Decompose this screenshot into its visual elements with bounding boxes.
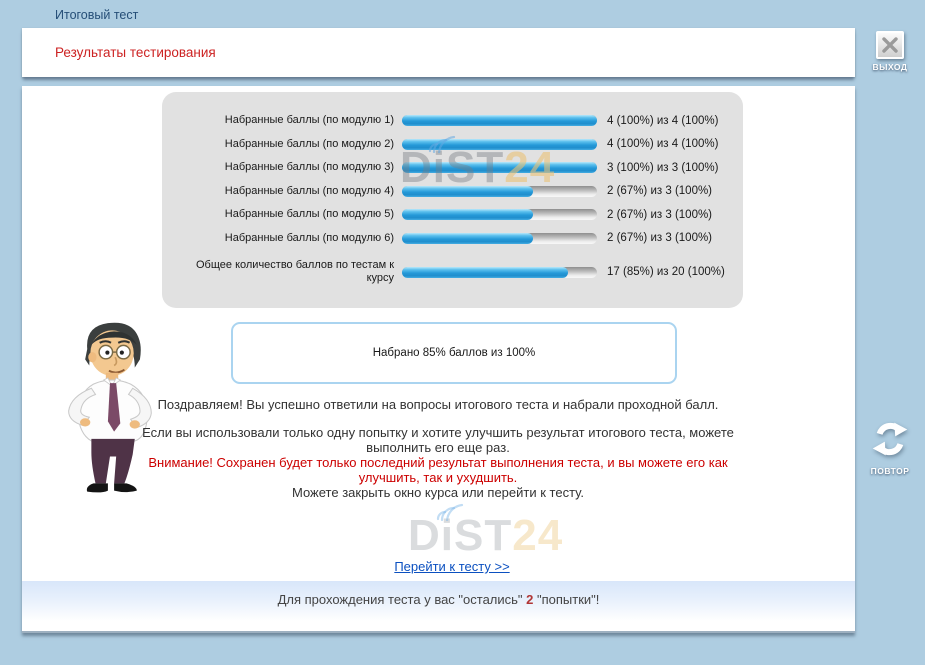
test-results-page: { "window": { "title": "Итоговый тест" }…: [0, 0, 925, 665]
progress-bar-fill: [402, 233, 533, 244]
progress-bar-track: [402, 115, 597, 126]
result-row: Набранные баллы (по модулю 1) 4 (100%) и…: [174, 109, 735, 133]
window-title: Итоговый тест: [55, 8, 138, 22]
page-title: Результаты тестирования: [55, 28, 216, 77]
score-summary-text: Набрано 85% баллов из 100%: [373, 347, 536, 359]
result-row-label: Набранные баллы (по модулю 4): [174, 185, 402, 198]
attempts-text-before: Для прохождения теста у вас "остались": [278, 592, 527, 607]
score-summary-box: Набрано 85% баллов из 100%: [231, 322, 677, 384]
result-row-value: 2 (67%) из 3 (100%): [597, 232, 712, 244]
progress-bar-fill: [402, 162, 597, 173]
progress-bar-track: [402, 186, 597, 197]
result-row-value: 17 (85%) из 20 (100%): [597, 266, 725, 278]
exit-button-label: ВЫХОД: [860, 62, 920, 72]
progress-bar-track: [402, 267, 597, 278]
exit-button[interactable]: ВЫХОД: [860, 31, 920, 72]
result-row-value: 3 (100%) из 3 (100%): [597, 162, 718, 174]
retry-info-text: Если вы использовали только одну попытку…: [118, 425, 758, 455]
progress-bar-track: [402, 162, 597, 173]
result-row-value: 4 (100%) из 4 (100%): [597, 115, 718, 127]
result-row-label: Общее количество баллов по тестам к курс…: [174, 259, 402, 285]
repeat-icon[interactable]: [871, 420, 909, 458]
dist24-watermark: DiST24: [408, 514, 563, 558]
result-row: Набранные баллы (по модулю 6) 2 (67%) из…: [174, 227, 735, 251]
watermark-text-gray: DiST: [408, 511, 512, 560]
congrats-text: Поздравляем! Вы успешно ответили на вопр…: [118, 397, 758, 412]
header-panel: Результаты тестирования: [22, 28, 855, 77]
repeat-button-label: ПОВТОР: [860, 466, 920, 476]
result-messages: Поздравляем! Вы успешно ответили на вопр…: [118, 397, 758, 500]
watermark-text-gold: 24: [512, 511, 563, 560]
close-info-text: Можете закрыть окно курса или перейти к …: [118, 485, 758, 500]
progress-bar-fill: [402, 139, 597, 150]
progress-bar-track: [402, 139, 597, 150]
attempts-text-after: "попытки"!: [533, 592, 599, 607]
goto-test-link-row: Перейти к тесту >>: [162, 558, 742, 576]
warning-text: Внимание! Сохранен будет только последни…: [118, 455, 758, 485]
progress-bar-fill: [402, 209, 533, 220]
result-row-label: Набранные баллы (по модулю 1): [174, 114, 402, 127]
result-row-label: Набранные баллы (по модулю 5): [174, 208, 402, 221]
scores-summary-panel: Набранные баллы (по модулю 1) 4 (100%) и…: [162, 92, 743, 308]
result-row-value: 2 (67%) из 3 (100%): [597, 185, 712, 197]
progress-bar-fill: [402, 267, 568, 278]
progress-bar-fill: [402, 115, 597, 126]
result-row: Набранные баллы (по модулю 2) 4 (100%) и…: [174, 133, 735, 157]
result-row: Набранные баллы (по модулю 4) 2 (67%) из…: [174, 180, 735, 204]
progress-bar-track: [402, 209, 597, 220]
progress-bar-track: [402, 233, 597, 244]
result-row: Набранные баллы (по модулю 5) 2 (67%) из…: [174, 203, 735, 227]
result-row-value: 2 (67%) из 3 (100%): [597, 209, 712, 221]
result-row-label: Набранные баллы (по модулю 2): [174, 138, 402, 151]
result-row-value: 4 (100%) из 4 (100%): [597, 138, 718, 150]
result-row-label: Набранные баллы (по модулю 3): [174, 161, 402, 174]
close-icon[interactable]: [876, 31, 904, 59]
progress-bar-fill: [402, 186, 533, 197]
repeat-button[interactable]: ПОВТОР: [860, 420, 920, 476]
results-panel: Набранные баллы (по модулю 1) 4 (100%) и…: [22, 86, 855, 633]
wifi-arcs-icon: [435, 499, 465, 521]
result-row-total: Общее количество баллов по тестам к курс…: [174, 252, 735, 292]
result-row: Набранные баллы (по модулю 3) 3 (100%) и…: [174, 156, 735, 180]
attempts-footer: Для прохождения теста у вас "остались" 2…: [22, 581, 855, 631]
result-row-label: Набранные баллы (по модулю 6): [174, 232, 402, 245]
goto-test-link[interactable]: Перейти к тесту >>: [394, 559, 509, 574]
